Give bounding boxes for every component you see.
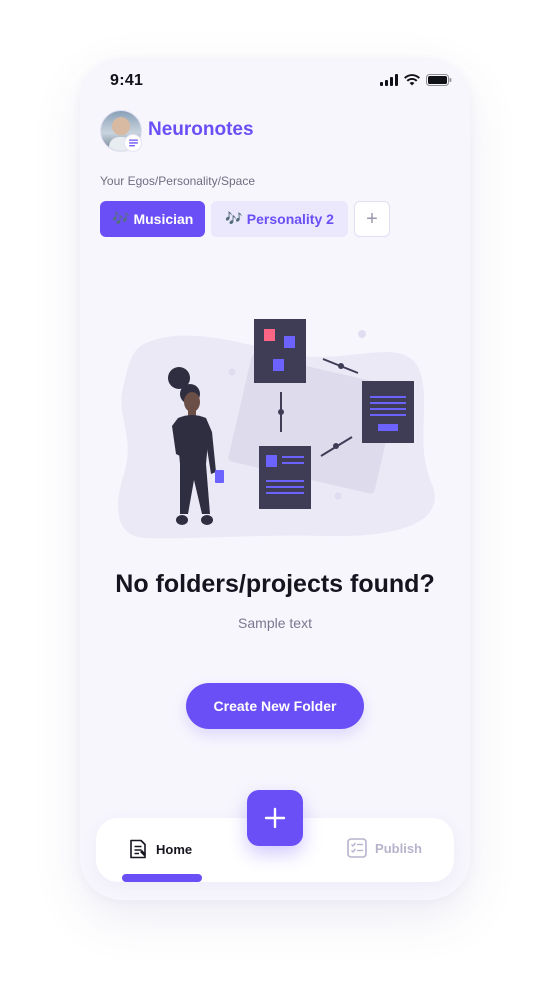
document-card-right [362, 381, 414, 443]
phone-screen: 9:41 Neuronotes Your Egos/Personality/Sp… [80, 58, 470, 900]
home-notes-icon [130, 839, 146, 859]
ego-chips: 🎶 Musician 🎶 Personality 2 + [100, 201, 390, 237]
nav-home[interactable]: Home [128, 838, 192, 860]
empty-state-illustration [118, 319, 435, 539]
nav-publish[interactable]: Publish [347, 838, 422, 858]
chip-musician[interactable]: 🎶 Musician [100, 201, 206, 237]
sticky-notes-board [254, 319, 306, 383]
nav-home-label: Home [156, 841, 193, 857]
battery-icon [426, 74, 452, 86]
wifi-icon [404, 74, 420, 86]
egos-label: Your Egos/Personality/Space [100, 174, 255, 188]
create-folder-button[interactable]: Create New Folder [186, 683, 364, 729]
status-time: 9:41 [110, 72, 144, 89]
plus-icon: + [366, 207, 378, 230]
music-note-icon: 🎶 [112, 211, 130, 227]
add-fab-button[interactable] [247, 790, 303, 846]
empty-state-title: No folders/projects found? [115, 570, 435, 598]
note-lines-icon [124, 134, 142, 152]
status-icons [380, 74, 452, 86]
active-tab-indicator [122, 874, 202, 882]
status-bar: 9:41 [80, 58, 470, 104]
add-ego-button[interactable]: + [353, 201, 390, 237]
document-card-bottom [259, 446, 311, 509]
chip-label: Musician [133, 211, 194, 227]
app-title: Neuronotes [148, 119, 254, 140]
music-note-icon: 🎶 [225, 211, 243, 227]
plus-icon [264, 807, 286, 829]
chip-personality-2[interactable]: 🎶 Personality 2 [211, 201, 348, 237]
nav-publish-label: Publish [375, 840, 422, 856]
header: Neuronotes [100, 110, 450, 152]
publish-checklist-icon [347, 838, 367, 858]
empty-state-subtitle: Sample text [238, 615, 312, 631]
chip-label: Personality 2 [246, 211, 334, 227]
signal-icon [380, 74, 398, 86]
